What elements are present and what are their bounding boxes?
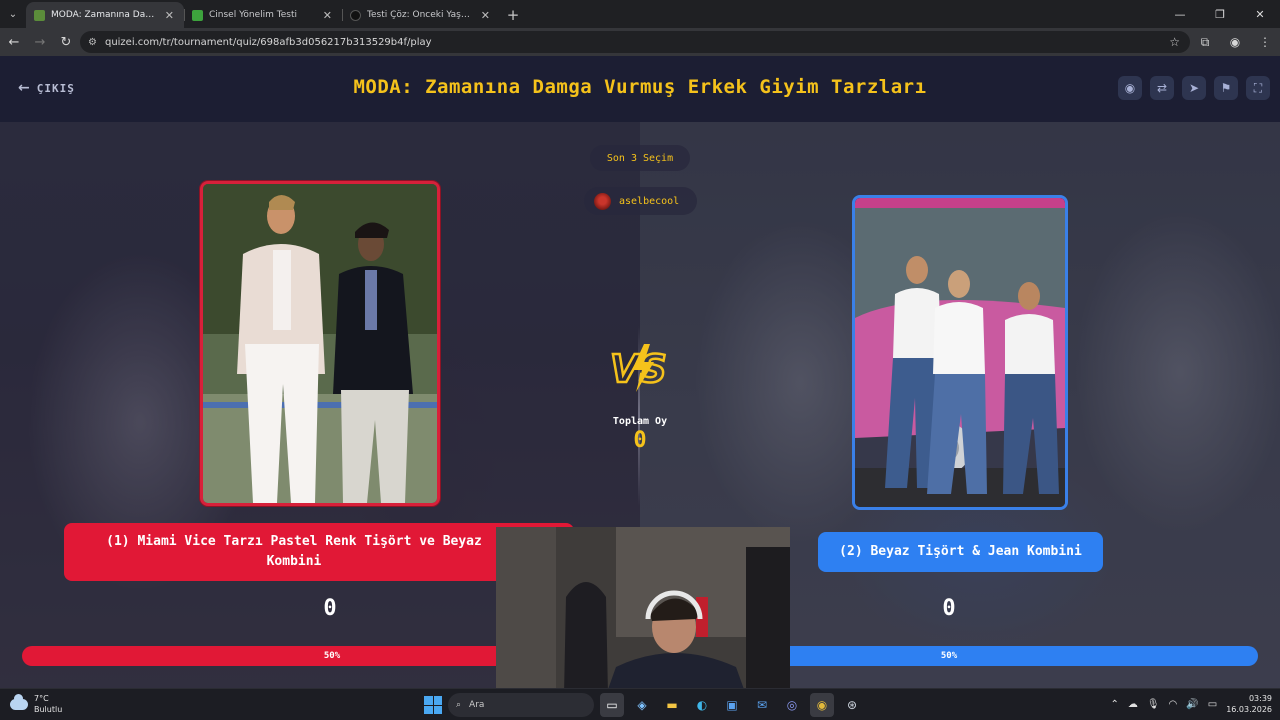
address-bar: ← → ↻ ⚙ quizei.com/tr/tournament/quiz/69…	[0, 28, 1280, 56]
menu-icon[interactable]: ⋮	[1250, 35, 1280, 49]
store-icon[interactable]: ▣	[720, 693, 744, 717]
tab-favicon	[34, 9, 45, 21]
chrome-icon[interactable]: ◉	[810, 693, 834, 717]
tab-strip: ⌄ MODA: Zamanına Damga Vurm ✕ Cinsel Yön…	[0, 0, 1280, 28]
widgets-icon[interactable]: ◈	[630, 693, 654, 717]
tab-moda-quiz[interactable]: MODA: Zamanına Damga Vurm ✕	[26, 2, 184, 28]
choice-image-right	[855, 198, 1065, 507]
choice-image-left	[203, 184, 437, 503]
battery-icon[interactable]: ▭	[1208, 699, 1217, 710]
page-title: MODA: Zamanına Damga Vurmuş Erkek Giyim …	[353, 76, 927, 98]
back-icon[interactable]: ←	[2, 30, 26, 54]
mail-icon[interactable]: ✉	[750, 693, 774, 717]
new-tab-button[interactable]: +	[500, 2, 526, 28]
tab-search-button[interactable]: ⌄	[0, 0, 26, 28]
percent-right: 50%	[940, 651, 958, 661]
tab-title: Cinsel Yönelim Testi	[209, 10, 297, 20]
system-tray: ⌃ ☁ 🎙 ◠ 🔊 ▭ 03:39 16.03.2026	[1110, 693, 1272, 715]
weather-desc: Bulutlu	[34, 705, 63, 714]
score-left: 0	[323, 596, 337, 621]
site-info-icon[interactable]: ⚙	[88, 37, 97, 48]
profile-icon[interactable]: ◉	[1220, 35, 1250, 49]
header-actions: ◉ ⇄ ➤ ⚑ ⛶	[1118, 76, 1270, 100]
chevron-up-icon[interactable]: ⌃	[1110, 699, 1118, 710]
choice-card-left[interactable]	[200, 181, 440, 506]
discord-icon[interactable]: ◎	[780, 693, 804, 717]
task-view-icon[interactable]: ▭	[600, 693, 624, 717]
page-header: ← ÇIKIŞ MODA: Zamanına Damga Vurmuş Erke…	[0, 56, 1280, 122]
close-tab-icon[interactable]: ✕	[481, 9, 490, 22]
microphone-icon[interactable]: 🎙	[1147, 699, 1160, 710]
choice-label-right[interactable]: (2) Beyaz Tişört & Jean Kombini	[818, 532, 1103, 572]
score-right: 0	[942, 596, 956, 621]
quiz-page: ← ÇIKIŞ MODA: Zamanına Damga Vurmuş Erke…	[0, 56, 1280, 688]
url-field[interactable]: ⚙ quizei.com/tr/tournament/quiz/698afb3d…	[80, 31, 1190, 53]
clock-time: 03:39	[1248, 694, 1272, 703]
restore-icon[interactable]: ❐	[1200, 0, 1240, 28]
weather-widget[interactable]: 7°C Bulutlu	[10, 693, 62, 715]
send-icon[interactable]: ➤	[1182, 76, 1206, 100]
webcam-overlay	[496, 527, 790, 688]
choice-card-right[interactable]	[852, 195, 1068, 510]
close-window-icon[interactable]: ✕	[1240, 0, 1280, 28]
total-votes-label: Toplam Oy	[612, 416, 668, 427]
close-tab-icon[interactable]: ✕	[323, 9, 332, 22]
minimize-icon[interactable]: —	[1160, 0, 1200, 28]
volume-icon[interactable]: 🔊	[1186, 699, 1198, 710]
edge-icon[interactable]: ◐	[690, 693, 714, 717]
eye-icon[interactable]: ◉	[1118, 76, 1142, 100]
clock[interactable]: 03:39 16.03.2026	[1226, 693, 1272, 715]
extensions-icon[interactable]: ⧉	[1190, 35, 1220, 50]
taskbar: 7°C Bulutlu ⌕ Ara ▭ ◈ ▬ ◐ ▣ ✉ ◎ ◉ ⊛ ⌃ ☁ …	[0, 688, 1280, 720]
total-votes-value: 0	[633, 428, 647, 453]
weather-temp: 7°C	[34, 694, 49, 703]
clock-date: 16.03.2026	[1226, 705, 1272, 714]
flag-icon[interactable]: ⚑	[1214, 76, 1238, 100]
wifi-icon[interactable]: ◠	[1169, 699, 1178, 710]
url-text: quizei.com/tr/tournament/quiz/698afb3d05…	[104, 36, 432, 48]
window-controls: — ❐ ✕	[1160, 0, 1280, 28]
cloud-icon	[10, 693, 28, 710]
tab-cinsel-test[interactable]: Cinsel Yönelim Testi ✕	[184, 2, 342, 28]
reload-icon[interactable]: ↻	[54, 30, 78, 54]
forward-icon[interactable]: →	[28, 30, 52, 54]
steam-icon[interactable]: ⊛	[840, 693, 864, 717]
start-button[interactable]	[424, 696, 442, 714]
percent-left: 50%	[323, 651, 341, 661]
tab-onceki-yasam[interactable]: Testi Çöz: Önceki Yaşamındaki C ✕	[342, 2, 500, 28]
close-tab-icon[interactable]: ✕	[165, 9, 174, 22]
tab-favicon	[350, 9, 361, 21]
fullscreen-icon[interactable]: ⛶	[1246, 76, 1270, 100]
tab-favicon	[192, 9, 203, 21]
search-icon: ⌕	[456, 700, 462, 710]
tab-title: MODA: Zamanına Damga Vurm	[51, 10, 159, 20]
file-explorer-icon[interactable]: ▬	[660, 693, 684, 717]
bookmark-star-icon[interactable]: ☆	[1169, 35, 1180, 49]
search-placeholder: Ara	[469, 700, 485, 710]
recent-user-chip[interactable]: aselbecool	[584, 187, 697, 215]
avatar	[594, 192, 611, 210]
taskbar-search[interactable]: ⌕ Ara	[448, 693, 594, 717]
share-icon[interactable]: ⇄	[1150, 76, 1174, 100]
onedrive-icon[interactable]: ☁	[1128, 699, 1138, 710]
vs-logo: VS	[609, 344, 668, 392]
recent-user-name: aselbecool	[619, 195, 680, 207]
tab-title: Testi Çöz: Önceki Yaşamındaki C	[367, 10, 475, 20]
recent-choices-label: Son 3 Seçim	[590, 145, 690, 171]
